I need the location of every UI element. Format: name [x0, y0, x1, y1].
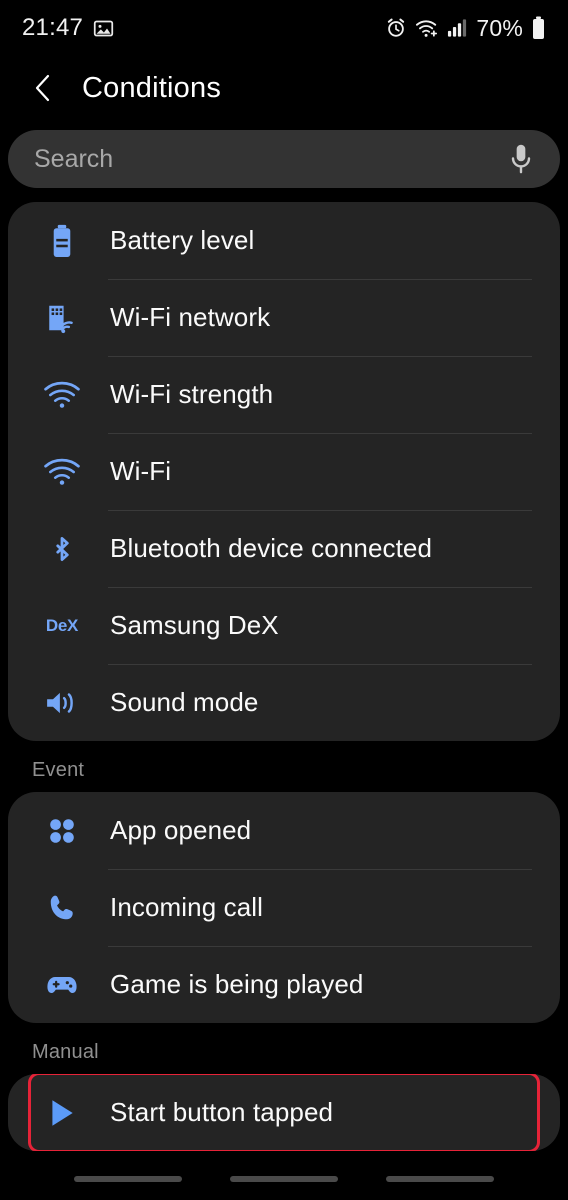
microphone-icon[interactable]: [504, 142, 538, 176]
list-item-label: Sound mode: [110, 687, 259, 717]
conditions-card: Battery level Wi-Fi network Wi-Fi streng…: [8, 202, 560, 741]
navigation-bar: [0, 1158, 568, 1200]
event-card: App opened Incoming call Game is being p…: [8, 792, 560, 1023]
section-label-event: Event: [32, 759, 85, 781]
list-item-label: Wi-Fi strength: [110, 379, 274, 409]
wifi-network-icon: [40, 301, 84, 335]
list-item-label: Wi-Fi network: [110, 302, 271, 332]
wifi-calling-icon: [415, 17, 439, 39]
list-item-start-button-tapped[interactable]: Start button tapped: [8, 1074, 560, 1151]
wifi-strength-icon: [40, 381, 84, 409]
list-item-label: Samsung DeX: [110, 610, 279, 640]
section-label-manual: Manual: [32, 1041, 99, 1063]
list-item-bluetooth[interactable]: Bluetooth device connected: [8, 510, 560, 587]
status-bar-right: 70%: [385, 15, 546, 42]
list-item-label: Game is being played: [110, 969, 364, 999]
page-title: Conditions: [82, 71, 222, 104]
list-item-wifi[interactable]: Wi-Fi: [8, 433, 560, 510]
samsung-dex-icon: DeX: [40, 616, 84, 636]
bluetooth-icon: [40, 532, 84, 566]
back-button[interactable]: [24, 68, 64, 108]
list-item-app-opened[interactable]: App opened: [8, 792, 560, 869]
recents-pill[interactable]: [74, 1176, 182, 1182]
list-item-label: App opened: [110, 815, 252, 845]
app-bar: Conditions: [0, 56, 568, 120]
list-item-samsung-dex[interactable]: DeX Samsung DeX: [8, 587, 560, 664]
manual-card: Start button tapped: [8, 1074, 560, 1151]
list-item-sound-mode[interactable]: Sound mode: [8, 664, 560, 741]
list-item-label: Battery level: [110, 225, 255, 255]
status-bar-clock: 21:47: [22, 14, 84, 41]
gamepad-icon: [40, 972, 84, 998]
play-triangle-icon: [40, 1097, 84, 1129]
list-item-label: Bluetooth device connected: [110, 533, 433, 563]
search-input[interactable]: Search: [34, 145, 504, 174]
home-pill[interactable]: [230, 1176, 338, 1182]
list-item-label: Start button tapped: [110, 1097, 334, 1127]
list-item-wifi-network[interactable]: Wi-Fi network: [8, 279, 560, 356]
list-item-battery-level[interactable]: Battery level: [8, 202, 560, 279]
wifi-icon: [40, 458, 84, 486]
status-bar: 21:47 70%: [0, 0, 568, 56]
sound-mode-icon: [40, 688, 84, 718]
cellular-signal-icon: [447, 18, 468, 38]
battery-level-icon: [40, 224, 84, 258]
alarm-icon: [385, 17, 407, 39]
image-icon: [93, 18, 114, 39]
app-opened-icon: [40, 816, 84, 846]
status-bar-left: 21:47: [22, 14, 114, 42]
back-pill[interactable]: [386, 1176, 494, 1182]
search-bar[interactable]: Search: [8, 130, 560, 188]
phone-screen: 21:47 70% Conditions Search Battery leve…: [0, 0, 568, 1200]
battery-icon: [531, 16, 546, 40]
list-item-label: Incoming call: [110, 892, 264, 922]
back-chevron-icon: [31, 73, 57, 103]
battery-percent-label: 70%: [476, 14, 523, 41]
list-item-label: Wi-Fi: [110, 456, 172, 486]
list-item-game-is-being-played[interactable]: Game is being played: [8, 946, 560, 1023]
search-container: Search: [0, 120, 568, 188]
phone-call-icon: [40, 893, 84, 923]
list-item-incoming-call[interactable]: Incoming call: [8, 869, 560, 946]
dex-glyph-text: DeX: [45, 615, 79, 635]
list-item-wifi-strength[interactable]: Wi-Fi strength: [8, 356, 560, 433]
